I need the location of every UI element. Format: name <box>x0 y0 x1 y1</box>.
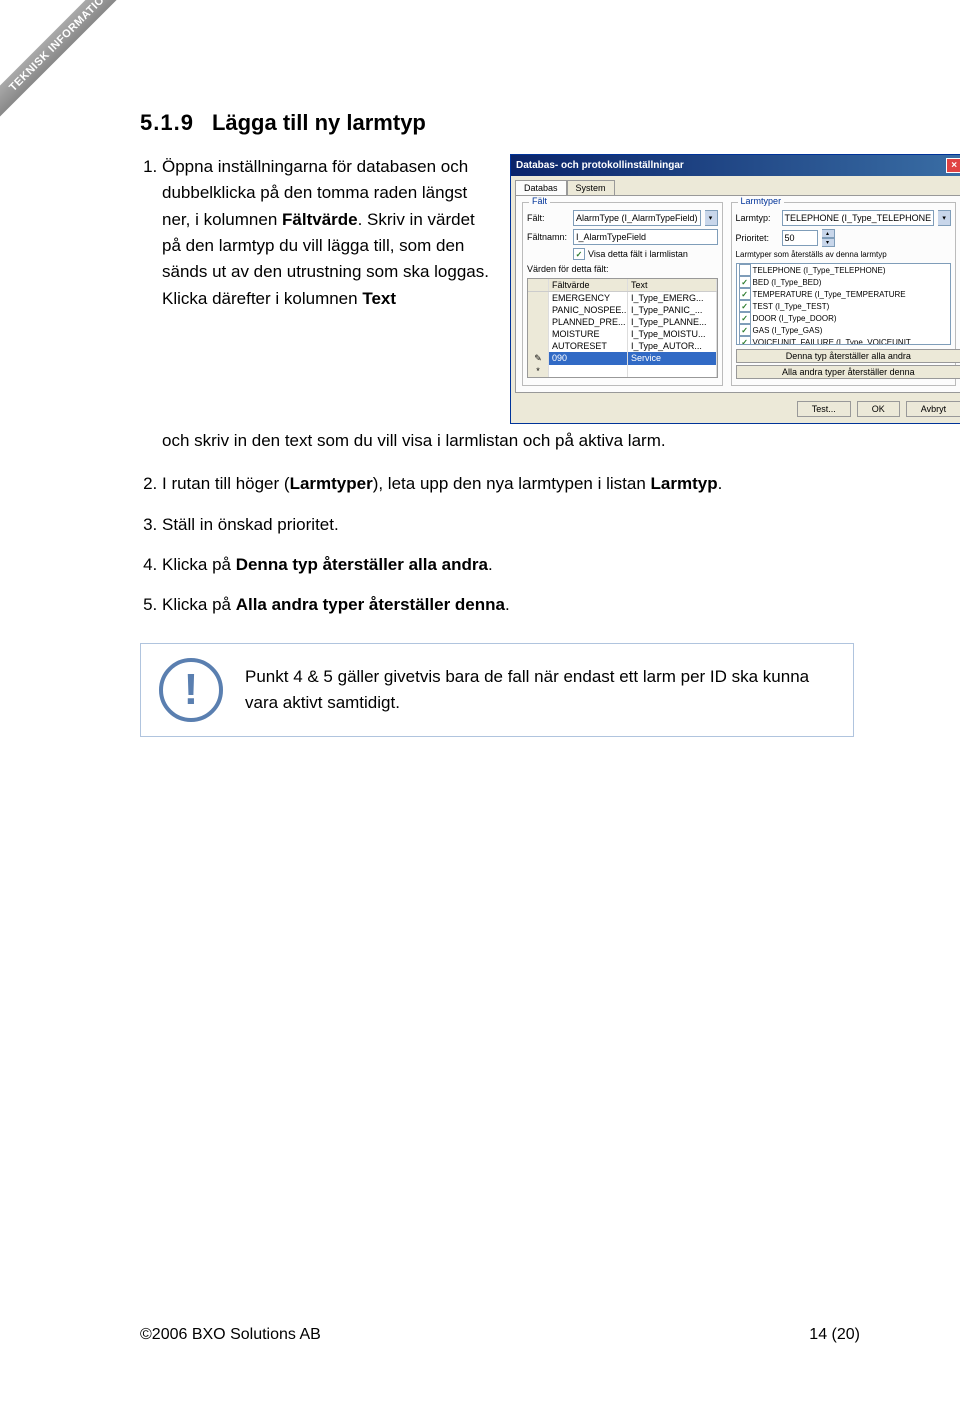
footer-left: ©2006 BXO Solutions AB <box>140 1326 321 1344</box>
fieldset-falt-title: Fält <box>529 196 550 206</box>
tab-system[interactable]: System <box>567 180 615 195</box>
tab-databas[interactable]: Databas <box>515 180 567 195</box>
fieldset-falt: Fält Fält: AlarmType (I_AlarmTypeField) … <box>522 202 723 386</box>
values-table[interactable]: Fältvärde Text EMERGENCYI_Type_EMERG... … <box>527 278 718 378</box>
check-icon: ✓ <box>573 248 585 260</box>
note-box: ! Punkt 4 & 5 gäller givetvis bara de fa… <box>140 643 854 737</box>
settings-dialog: Databas- och protokollinställningar × Da… <box>510 154 960 424</box>
larmtyper-checklist[interactable]: TELEPHONE (I_Type_TELEPHONE) ✓BED (I_Typ… <box>736 263 952 345</box>
step-5: Klicka på Alla andra typer återställer d… <box>162 592 860 618</box>
dialog-titlebar: Databas- och protokollinställningar × <box>511 155 960 176</box>
page-footer: ©2006 BXO Solutions AB 14 (20) <box>140 1326 860 1344</box>
label-faltnamn: Fältnamn: <box>527 232 569 242</box>
table-row: AUTORESETI_Type_AUTOR... <box>528 340 717 352</box>
checkbox-visa[interactable]: ✓ Visa detta fält i larmlistan <box>573 248 718 260</box>
table-row: PANIC_NOSPEE...I_Type_PANIC_... <box>528 304 717 316</box>
label-falt: Fält: <box>527 213 569 223</box>
table-row-selected: ✎090Service <box>528 352 717 365</box>
btn-reset-all[interactable]: Denna typ återställer alla andra <box>736 349 960 363</box>
corner-ribbon: TEKNISK INFORMATION <box>0 0 150 150</box>
dialog-buttons: Test... OK Avbryt <box>511 397 960 423</box>
step-2: I rutan till höger (Larmtyper), leta upp… <box>162 471 860 497</box>
label-prioritet: Prioritet: <box>736 233 778 243</box>
btn-ok[interactable]: OK <box>857 401 900 417</box>
step-1: Öppna inställningarna för databasen och … <box>162 154 495 312</box>
input-larmtyp[interactable]: TELEPHONE (I_Type_TELEPHONE <box>782 210 935 226</box>
note-text: Punkt 4 & 5 gäller givetvis bara de fall… <box>245 664 835 715</box>
dialog-tabs: Databas System <box>511 176 960 195</box>
table-row: PLANNED_PRE...I_Type_PLANNE... <box>528 316 717 328</box>
step-1-continued: och skriv in den text som du vill visa i… <box>162 428 860 454</box>
ribbon-label: TEKNISK INFORMATION <box>0 0 138 119</box>
col-text: Text <box>628 279 717 291</box>
dropdown-icon[interactable]: ▾ <box>938 210 951 226</box>
spin-up-icon[interactable]: ▴ <box>822 229 835 238</box>
table-row-empty: * <box>528 365 717 377</box>
input-faltnamn[interactable]: I_AlarmTypeField <box>573 229 718 245</box>
close-icon[interactable]: × <box>946 158 960 173</box>
col-faltvarde: Fältvärde <box>549 279 628 291</box>
step-4: Klicka på Denna typ återställer alla and… <box>162 552 860 578</box>
dropdown-icon[interactable]: ▾ <box>705 210 718 226</box>
input-prioritet[interactable]: 50 <box>782 230 818 246</box>
table-row: MOISTUREI_Type_MOISTU... <box>528 328 717 340</box>
table-row: EMERGENCYI_Type_EMERG... <box>528 292 717 304</box>
section-heading: 5.1.9Lägga till ny larmtyp <box>140 110 860 136</box>
list-label: Larmtyper som återställs av denna larmty… <box>736 250 952 259</box>
input-falt[interactable]: AlarmType (I_AlarmTypeField) <box>573 210 701 226</box>
section-title: Lägga till ny larmtyp <box>212 110 426 135</box>
step-list-cont: I rutan till höger (Larmtyper), leta upp… <box>140 471 860 618</box>
dialog-title: Databas- och protokollinställningar <box>516 160 684 171</box>
info-icon: ! <box>159 658 223 722</box>
fieldset-larmtyper: Larmtyper Larmtyp: TELEPHONE (I_Type_TEL… <box>731 202 957 386</box>
footer-right: 14 (20) <box>809 1326 860 1344</box>
step-3: Ställ in önskad prioritet. <box>162 512 860 538</box>
fieldset-larmtyper-title: Larmtyper <box>738 196 785 206</box>
btn-test[interactable]: Test... <box>797 401 851 417</box>
btn-cancel[interactable]: Avbryt <box>906 401 960 417</box>
values-header: Värden för detta fält: <box>527 264 718 274</box>
spin-down-icon[interactable]: ▾ <box>822 238 835 247</box>
btn-others-reset[interactable]: Alla andra typer återställer denna <box>736 365 960 379</box>
label-larmtyp: Larmtyp: <box>736 213 778 223</box>
step-list: Öppna inställningarna för databasen och … <box>140 154 495 312</box>
